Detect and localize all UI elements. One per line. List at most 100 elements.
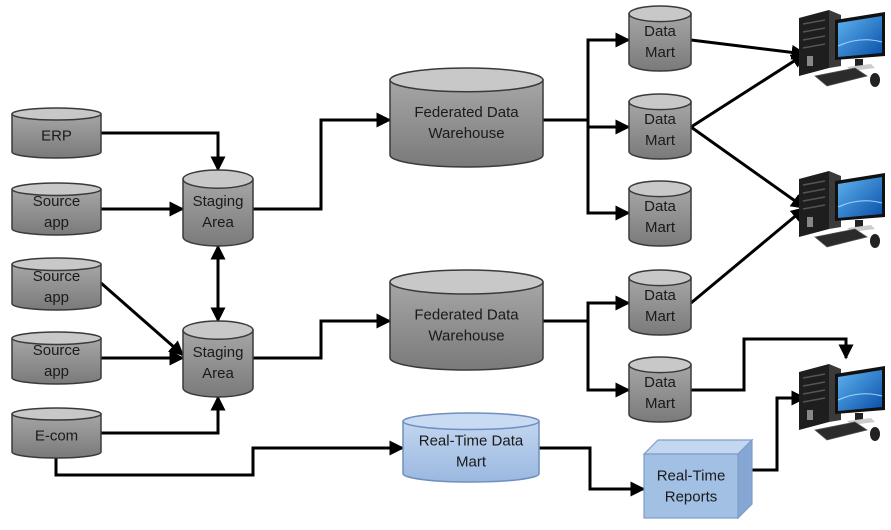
node-dm2: Data Mart xyxy=(628,93,692,160)
node-pc2 xyxy=(799,171,885,248)
dm1-label-line: Mart xyxy=(645,44,676,61)
fdw2-label-line: Federated Data xyxy=(414,306,519,323)
src3-label-line: app xyxy=(44,363,69,380)
node-dm4: Data Mart xyxy=(628,269,692,336)
dm1-cylinder-top xyxy=(628,5,692,23)
node-dm5: Data Mart xyxy=(628,356,692,423)
node-src1: Source app xyxy=(11,182,102,236)
mouse xyxy=(870,73,880,87)
fdw2-cylinder-top xyxy=(389,269,544,295)
edge-ecom-to-rtdm xyxy=(54,440,405,477)
node-stg1: Staging Area xyxy=(182,169,254,247)
rtdm-label-line: Mart xyxy=(456,453,487,470)
node-src3: Source app xyxy=(11,331,102,385)
monitor-screen xyxy=(838,370,882,411)
tower-port xyxy=(807,217,813,227)
rtr-box-side xyxy=(737,438,753,520)
stg2-label-line: Staging xyxy=(193,344,244,361)
dm3-label-line: Data xyxy=(644,198,676,215)
dm2-label-line: Data xyxy=(644,111,676,128)
edge-stg1-to-fdw1 xyxy=(253,112,392,211)
stg1-label-line: Area xyxy=(202,214,234,231)
edge-fdw2-to-dm4 xyxy=(543,295,631,323)
node-fdw2: Federated Data Warehouse xyxy=(389,269,544,371)
fdw2-label-line: Warehouse xyxy=(428,327,504,344)
desktop-computer-icon xyxy=(799,10,885,87)
edge-dm2-to-pc1 xyxy=(690,52,807,129)
dm1-label-line: Data xyxy=(644,23,676,40)
dm3-cylinder-top xyxy=(628,180,692,198)
node-pc1 xyxy=(799,10,885,87)
stg1-cylinder-top xyxy=(182,169,254,189)
keyboard xyxy=(814,228,868,248)
stg1-label-line: Staging xyxy=(193,193,244,210)
edge-fdw1-to-dm3 xyxy=(543,118,631,221)
edge-ecom-to-stg2 xyxy=(101,395,226,435)
fdw2-cylinder-body xyxy=(389,281,544,371)
node-rtdm: Real-Time Data Mart xyxy=(402,412,540,483)
src2-label-line: app xyxy=(44,289,69,306)
keyboard xyxy=(814,67,868,87)
node-erp: ERP xyxy=(11,107,102,159)
edge-fdw2-to-dm5 xyxy=(543,319,631,398)
rtdm-label-line: Real-Time Data xyxy=(419,432,524,449)
diagram-canvas: ERP Source app Source app Source app E-com Stagi… xyxy=(11,5,885,520)
mouse xyxy=(870,427,880,441)
edge-fdw1-to-dm1 xyxy=(543,32,631,122)
dm5-cylinder-top xyxy=(628,356,692,374)
fdw1-cylinder-top xyxy=(389,67,544,93)
dm5-label-line: Mart xyxy=(645,395,676,412)
src1-label-line: Source xyxy=(33,193,81,210)
dm4-label-line: Data xyxy=(644,287,676,304)
src1-label-line: app xyxy=(44,214,69,231)
ecom-cylinder-top xyxy=(11,407,102,421)
tower-port xyxy=(807,56,813,66)
edge-dm2-to-pc2 xyxy=(690,125,807,210)
rtr-box-top xyxy=(642,439,754,455)
rtr-label-line: Reports xyxy=(665,489,718,506)
erp-cylinder-top xyxy=(11,107,102,121)
rtdm-cylinder-body xyxy=(402,420,540,483)
stg1-cylinder-body xyxy=(182,178,254,247)
tower-port xyxy=(807,410,813,420)
rtr-box-front xyxy=(643,453,739,519)
dm5-label-line: Data xyxy=(644,374,676,391)
stg2-cylinder-top xyxy=(182,320,254,340)
data-warehouse-architecture-diagram: ERP Source app Source app Source app E-com Stagi… xyxy=(0,0,891,530)
fdw1-label-line: Federated Data xyxy=(414,104,519,121)
dm4-label-line: Mart xyxy=(645,308,676,325)
desktop-computer-icon xyxy=(799,171,885,248)
edge-rtdm-to-rtr xyxy=(539,446,646,497)
node-stg2: Staging Area xyxy=(182,320,254,398)
monitor-screen xyxy=(838,16,882,57)
node-ecom: E-com xyxy=(11,407,102,459)
dm3-label-line: Mart xyxy=(645,219,676,236)
node-pc3 xyxy=(799,364,885,441)
edge-rtr-to-pc3 xyxy=(752,390,807,472)
node-dm3: Data Mart xyxy=(628,180,692,247)
nodes-layer: ERP Source app Source app Source app E-com Stagi… xyxy=(11,5,885,520)
dm2-cylinder-top xyxy=(628,93,692,111)
edge-erp-to-stg1 xyxy=(101,131,226,172)
stg2-cylinder-body xyxy=(182,329,254,398)
erp-label-line: ERP xyxy=(41,127,72,144)
ecom-label-line: E-com xyxy=(35,427,78,444)
src3-label-line: Source xyxy=(33,342,81,359)
node-src2: Source app xyxy=(11,257,102,311)
mouse xyxy=(870,234,880,248)
node-fdw1: Federated Data Warehouse xyxy=(389,67,544,168)
edge-src2-to-stg2 xyxy=(100,281,185,357)
edge-dm4-to-pc2 xyxy=(690,206,807,305)
desktop-computer-icon xyxy=(799,364,885,441)
src2-label-line: Source xyxy=(33,268,81,285)
node-dm1: Data Mart xyxy=(628,5,692,72)
dm2-label-line: Mart xyxy=(645,132,676,149)
dm4-cylinder-top xyxy=(628,269,692,287)
monitor-screen xyxy=(838,177,882,218)
edge-stg2-to-fdw2 xyxy=(253,313,392,360)
edge-dm1-to-pc1 xyxy=(690,38,807,60)
keyboard xyxy=(814,421,868,441)
stg2-label-line: Area xyxy=(202,365,234,382)
rtdm-cylinder-top xyxy=(402,412,540,431)
fdw1-label-line: Warehouse xyxy=(428,125,504,142)
